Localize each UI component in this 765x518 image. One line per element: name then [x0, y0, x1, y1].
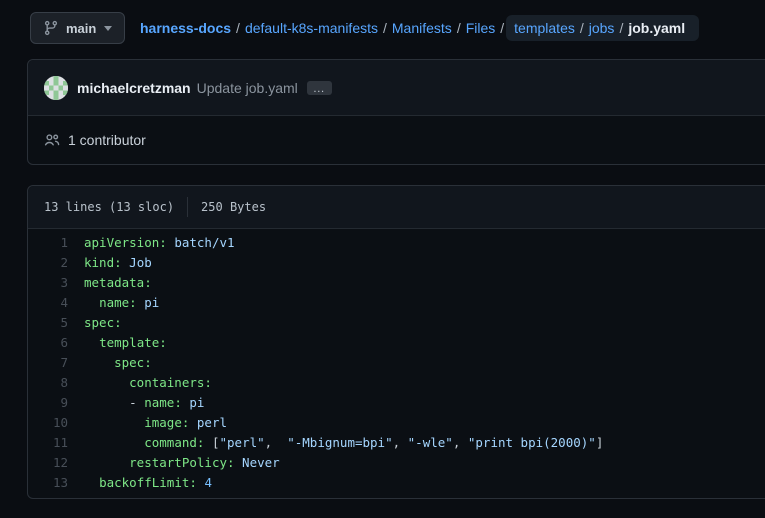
- code-line: 13 backoffLimit: 4: [28, 473, 765, 493]
- breadcrumb-link[interactable]: templates: [514, 20, 575, 36]
- code-line-text: metadata:: [68, 273, 152, 293]
- code-line: 10 image: perl: [28, 413, 765, 433]
- top-navigation: main harness-docs / default-k8s-manifests /…: [0, 0, 765, 56]
- file-lines-info: 13 lines (13 sloc): [44, 200, 174, 214]
- code-line: 5spec:: [28, 313, 765, 333]
- contributors-label: 1 contributor: [68, 132, 146, 148]
- file-header: 13 lines (13 sloc) 250 Bytes: [28, 186, 765, 229]
- breadcrumb-separator: /: [236, 20, 240, 36]
- code-line: 3metadata:: [28, 273, 765, 293]
- breadcrumb-current-file: job.yaml: [628, 20, 685, 36]
- line-number[interactable]: 5: [28, 313, 68, 333]
- people-icon: [44, 132, 60, 148]
- code-line-text: template:: [68, 333, 167, 353]
- breadcrumb-separator: /: [457, 20, 461, 36]
- branch-selector-button[interactable]: main: [30, 12, 125, 44]
- code-line: 11 command: ["perl", "-Mbignum=bpi", "-w…: [28, 433, 765, 453]
- file-size-info: 250 Bytes: [201, 200, 266, 214]
- file-box: 13 lines (13 sloc) 250 Bytes 1apiVersion…: [27, 185, 765, 499]
- code-line: 8 containers:: [28, 373, 765, 393]
- line-number[interactable]: 6: [28, 333, 68, 353]
- code-line-text: - name: pi: [68, 393, 204, 413]
- code-line-text: image: perl: [68, 413, 227, 433]
- code-line: 9 - name: pi: [28, 393, 765, 413]
- git-branch-icon: [43, 20, 59, 36]
- line-number[interactable]: 8: [28, 373, 68, 393]
- code-line: 7 spec:: [28, 353, 765, 373]
- breadcrumb: harness-docs / default-k8s-manifests / Manif…: [140, 0, 699, 56]
- avatar[interactable]: [44, 76, 68, 100]
- line-number[interactable]: 13: [28, 473, 68, 493]
- code-line: 4 name: pi: [28, 293, 765, 313]
- breadcrumb-link[interactable]: Manifests: [392, 20, 452, 36]
- breadcrumb-link[interactable]: jobs: [589, 20, 615, 36]
- commit-author-link[interactable]: michaelcretzman: [77, 80, 191, 96]
- line-number[interactable]: 11: [28, 433, 68, 453]
- code-line-text: containers:: [68, 373, 212, 393]
- line-number[interactable]: 2: [28, 253, 68, 273]
- code-line-text: restartPolicy: Never: [68, 453, 280, 473]
- commit-box: michaelcretzman Update job.yaml … 1 cont…: [27, 59, 765, 165]
- chevron-down-icon: [104, 26, 112, 31]
- breadcrumb-separator: /: [619, 20, 623, 36]
- breadcrumb-highlight: templates/jobs/job.yaml: [506, 15, 699, 41]
- commit-message-link[interactable]: Update job.yaml: [197, 80, 298, 96]
- line-number[interactable]: 9: [28, 393, 68, 413]
- line-number[interactable]: 10: [28, 413, 68, 433]
- code-line-text: spec:: [68, 353, 152, 373]
- breadcrumb-separator: /: [500, 20, 504, 36]
- breadcrumb-separator: /: [580, 20, 584, 36]
- branch-name-label: main: [66, 21, 96, 36]
- code-view: 1apiVersion: batch/v12kind: Job3metadata…: [28, 229, 765, 498]
- code-line-text: backoffLimit: 4: [68, 473, 212, 493]
- code-line: 1apiVersion: batch/v1: [28, 233, 765, 253]
- code-line-text: apiVersion: batch/v1: [68, 233, 235, 253]
- divider: [187, 197, 188, 217]
- code-line: 6 template:: [28, 333, 765, 353]
- line-number[interactable]: 1: [28, 233, 68, 253]
- line-number[interactable]: 3: [28, 273, 68, 293]
- breadcrumb-link[interactable]: default-k8s-manifests: [245, 20, 378, 36]
- code-line: 2kind: Job: [28, 253, 765, 273]
- code-line: 12 restartPolicy: Never: [28, 453, 765, 473]
- breadcrumb-link[interactable]: Files: [466, 20, 496, 36]
- commit-header: michaelcretzman Update job.yaml …: [28, 60, 765, 116]
- line-number[interactable]: 7: [28, 353, 68, 373]
- commit-more-button[interactable]: …: [307, 81, 332, 95]
- page: { "colors": { "page_bg": "#0a0d12", "pan…: [0, 0, 765, 518]
- breadcrumb-separator: /: [383, 20, 387, 36]
- line-number[interactable]: 12: [28, 453, 68, 473]
- contributors-row[interactable]: 1 contributor: [28, 116, 765, 164]
- code-line-text: command: ["perl", "-Mbignum=bpi", "-wle"…: [68, 433, 603, 453]
- line-number[interactable]: 4: [28, 293, 68, 313]
- code-line-text: spec:: [68, 313, 122, 333]
- code-line-text: kind: Job: [68, 253, 152, 273]
- breadcrumb-repo-link[interactable]: harness-docs: [140, 20, 231, 36]
- code-line-text: name: pi: [68, 293, 159, 313]
